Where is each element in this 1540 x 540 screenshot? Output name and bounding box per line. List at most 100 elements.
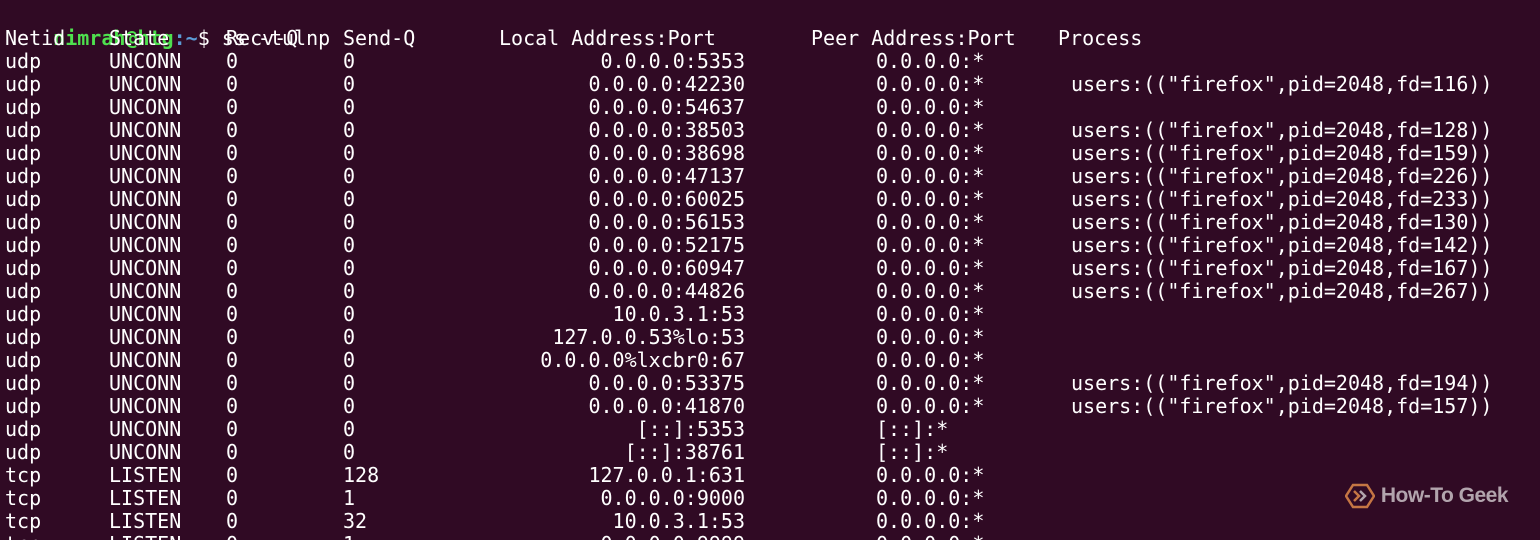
cell-recvq: 0 (226, 348, 239, 372)
cell-peer-address: 0.0.0.0:* (876, 164, 985, 188)
cell-sendq: 1 (343, 486, 356, 510)
cell-process: users:(("firefox",pid=2048,fd=142)) (1071, 233, 1493, 257)
cell-process: users:(("firefox",pid=2048,fd=128)) (1071, 118, 1493, 142)
cell-netid: udp (5, 210, 42, 234)
cell-peer-address: 0.0.0.0:* (876, 394, 985, 418)
header-peer-address: Peer Address:Port (811, 26, 1016, 50)
table-row: tcp LISTEN 0 1 0.0.0.0:9999 0.0.0.0:* (5, 533, 1535, 540)
table-row: tcp LISTEN 0 32 10.0.3.1:53 0.0.0.0:* (5, 510, 1535, 533)
cell-state: UNCONN (109, 210, 182, 234)
cell-state: UNCONN (109, 187, 182, 211)
cell-sendq: 0 (343, 210, 356, 234)
cell-state: UNCONN (109, 348, 182, 372)
cell-peer-address: 0.0.0.0:* (876, 371, 985, 395)
cell-netid: udp (5, 302, 42, 326)
cell-local-address: [::]:5353 (636, 417, 745, 441)
cell-local-address: 0.0.0.0:44826 (588, 279, 745, 303)
cell-peer-address: 0.0.0.0:* (876, 210, 985, 234)
cell-netid: udp (5, 72, 42, 96)
cell-local-address: 127.0.0.53%lo:53 (552, 325, 745, 349)
cell-sendq: 0 (343, 233, 356, 257)
cell-state: UNCONN (109, 141, 182, 165)
cell-netid: udp (5, 371, 42, 395)
cell-process: users:(("firefox",pid=2048,fd=159)) (1071, 141, 1493, 165)
cell-peer-address: 0.0.0.0:* (876, 95, 985, 119)
cell-process: users:(("firefox",pid=2048,fd=157)) (1071, 394, 1493, 418)
cell-state: LISTEN (109, 509, 182, 533)
cell-process: users:(("firefox",pid=2048,fd=233)) (1071, 187, 1493, 211)
cell-peer-address: [::]:* (876, 417, 949, 441)
cell-local-address: 0.0.0.0:52175 (588, 233, 745, 257)
cell-state: UNCONN (109, 49, 182, 73)
cell-peer-address: 0.0.0.0:* (876, 486, 985, 510)
table-row: udp UNCONN 0 0 0.0.0.0%lxcbr0:67 0.0.0.0:* (5, 349, 1535, 372)
cell-state: UNCONN (109, 325, 182, 349)
header-process: Process (1058, 26, 1143, 50)
cell-peer-address: 0.0.0.0:* (876, 141, 985, 165)
cell-local-address: 0.0.0.0:56153 (588, 210, 745, 234)
watermark: How-To Geek (1344, 481, 1509, 511)
cell-peer-address: 0.0.0.0:* (876, 348, 985, 372)
table-header: Netid State Recv-Q Send-Q Local Address:… (5, 27, 1535, 50)
cell-recvq: 0 (226, 210, 239, 234)
table-row: udp UNCONN 0 0 0.0.0.0:60025 0.0.0.0:* users:(… (5, 188, 1535, 211)
cell-peer-address: 0.0.0.0:* (876, 325, 985, 349)
cell-local-address: 10.0.3.1:53 (612, 302, 745, 326)
cell-state: UNCONN (109, 72, 182, 96)
cell-netid: udp (5, 394, 42, 418)
htg-logo-icon (1344, 483, 1375, 509)
cell-recvq: 0 (226, 164, 239, 188)
cell-state: UNCONN (109, 118, 182, 142)
cell-sendq: 0 (343, 49, 356, 73)
cell-state: UNCONN (109, 256, 182, 280)
cell-local-address: 0.0.0.0:60025 (588, 187, 745, 211)
table-row: udp UNCONN 0 0 0.0.0.0:5353 0.0.0.0:* (5, 50, 1535, 73)
cell-local-address: 0.0.0.0:60947 (588, 256, 745, 280)
table-row: udp UNCONN 0 0 0.0.0.0:41870 0.0.0.0:* users:(… (5, 395, 1535, 418)
header-local-address: Local Address:Port (499, 26, 716, 50)
cell-peer-address: 0.0.0.0:* (876, 279, 985, 303)
cell-peer-address: 0.0.0.0:* (876, 187, 985, 211)
cell-process: users:(("firefox",pid=2048,fd=267)) (1071, 279, 1493, 303)
cell-local-address: 0.0.0.0:42230 (588, 72, 745, 96)
cell-netid: tcp (5, 486, 42, 510)
cell-local-address: 127.0.0.1:631 (588, 463, 745, 487)
cell-netid: udp (5, 325, 42, 349)
cell-sendq: 0 (343, 118, 356, 142)
cell-state: UNCONN (109, 164, 182, 188)
table-row: udp UNCONN 0 0 0.0.0.0:53375 0.0.0.0:* users:(… (5, 372, 1535, 395)
header-recvq: Recv-Q (226, 26, 299, 50)
cell-recvq: 0 (226, 256, 239, 280)
cell-peer-address: 0.0.0.0:* (876, 302, 985, 326)
table-row: udp UNCONN 0 0 0.0.0.0:44826 0.0.0.0:* users:(… (5, 280, 1535, 303)
table-row: udp UNCONN 0 0 0.0.0.0:38503 0.0.0.0:* users:(… (5, 119, 1535, 142)
cell-state: LISTEN (109, 486, 182, 510)
header-netid: Netid (5, 26, 66, 50)
cell-local-address: 0.0.0.0:38503 (588, 118, 745, 142)
cell-state: UNCONN (109, 95, 182, 119)
cell-sendq: 0 (343, 279, 356, 303)
cell-sendq: 1 (343, 533, 355, 540)
table-row: udp UNCONN 0 0 0.0.0.0:52175 0.0.0.0:* users:(… (5, 234, 1535, 257)
cell-recvq: 0 (226, 486, 239, 510)
cell-peer-address: [::]:* (876, 440, 949, 464)
cell-netid: udp (5, 417, 42, 441)
cell-peer-address: 0.0.0.0:* (876, 509, 985, 533)
cell-netid: udp (5, 95, 42, 119)
cell-local-address: 0.0.0.0:47137 (588, 164, 745, 188)
cell-netid: tcp (5, 533, 41, 540)
cell-state: LISTEN (109, 533, 181, 540)
cell-recvq: 0 (226, 417, 239, 441)
cell-local-address: [::]:38761 (624, 440, 745, 464)
command-prompt-line: nimrah@htg:~$ ss -tulnp (5, 4, 330, 50)
cell-process: users:(("firefox",pid=2048,fd=194)) (1071, 371, 1493, 395)
terminal-window[interactable]: nimrah@htg:~$ ss -tulnp Netid State Recv… (0, 0, 1540, 540)
cell-local-address: 0.0.0.0%lxcbr0:67 (540, 348, 745, 372)
cell-state: UNCONN (109, 394, 182, 418)
cell-recvq: 0 (226, 302, 239, 326)
cell-netid: udp (5, 348, 42, 372)
table-row: udp UNCONN 0 0 0.0.0.0:38698 0.0.0.0:* users:(… (5, 142, 1535, 165)
cell-netid: tcp (5, 509, 42, 533)
cell-sendq: 128 (343, 463, 380, 487)
cell-local-address: 0.0.0.0:9000 (600, 486, 746, 510)
